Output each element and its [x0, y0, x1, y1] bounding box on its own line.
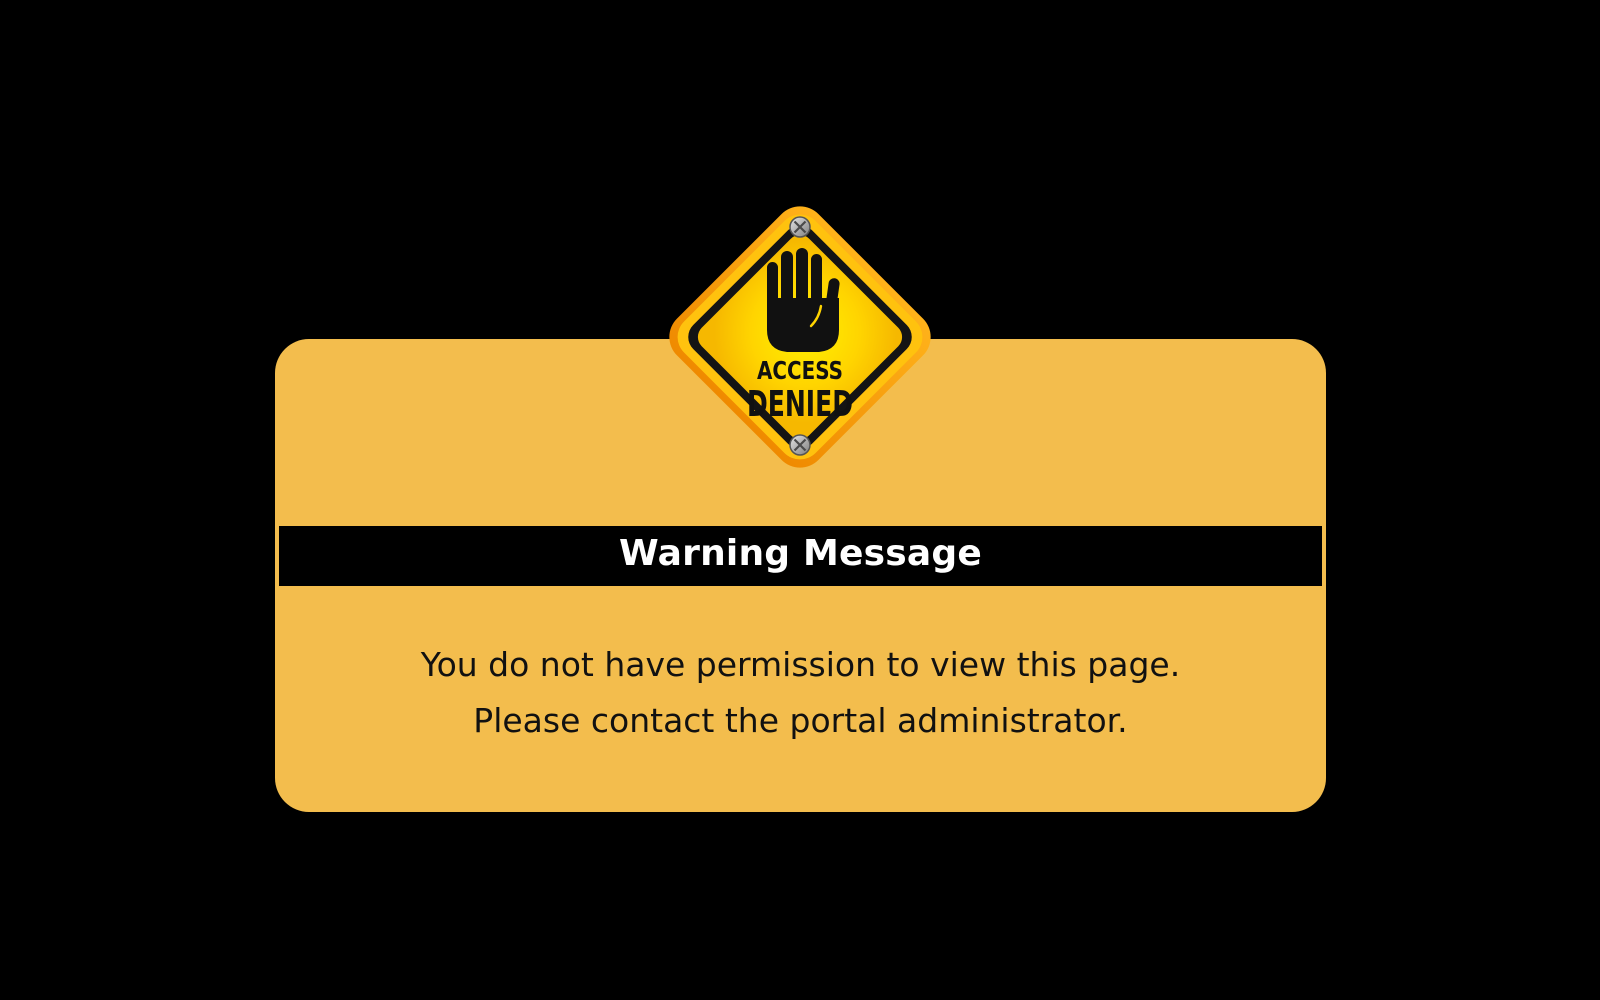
sign-text-access: ACCESS [757, 356, 843, 385]
access-denied-sign: ACCESS DENIED [643, 180, 957, 494]
sign-text-denied: DENIED [747, 384, 853, 425]
message-line-contact: Please contact the portal administrator. [473, 701, 1128, 740]
message-line-permission: You do not have permission to view this … [420, 645, 1181, 684]
warning-banner: Warning Message [279, 526, 1322, 586]
screw-icon [789, 434, 811, 456]
access-denied-page: Warning Message You do not have permissi… [0, 0, 1600, 1000]
warning-message: You do not have permission to view this … [275, 637, 1326, 749]
warning-title: Warning Message [619, 533, 982, 574]
warning-sign-graphic: ACCESS DENIED [669, 206, 931, 468]
screw-icon [789, 216, 811, 238]
